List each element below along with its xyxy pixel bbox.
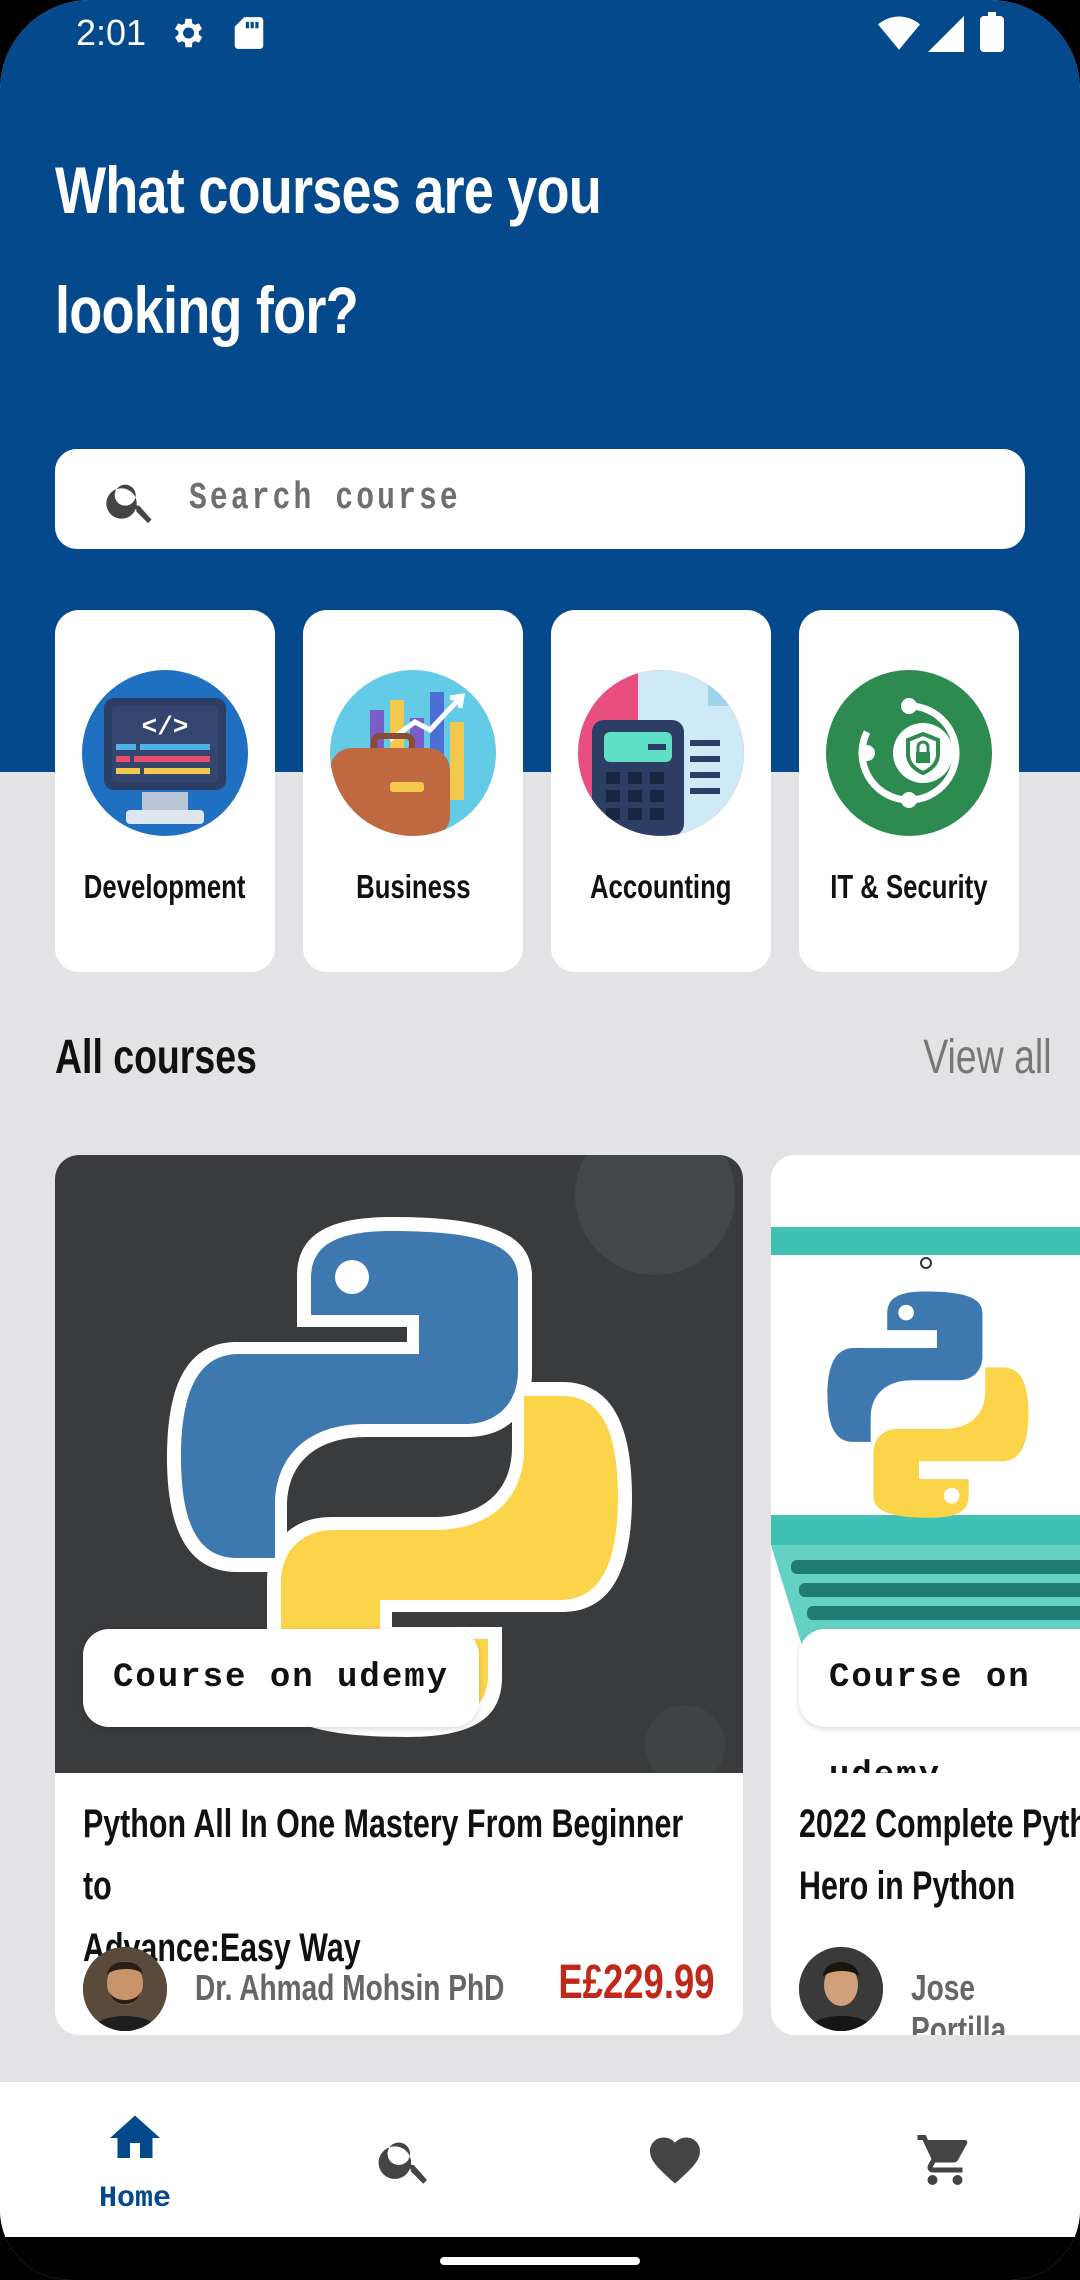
- nav-favorites[interactable]: [540, 2082, 810, 2237]
- category-label: Business: [355, 868, 471, 905]
- battery-icon: [980, 12, 1004, 52]
- settings-icon: [174, 18, 203, 48]
- course-card[interactable]: Course on udemy 2022 Complete Python Her…: [771, 1155, 1080, 2035]
- status-time: 2:01: [76, 12, 147, 53]
- course-platform-badge: Course on udemy: [83, 1629, 480, 1727]
- course-title-line2: Hero in Python: [799, 1864, 1016, 1908]
- course-card[interactable]: Course on udemy Python All In One Master…: [55, 1155, 743, 2035]
- search-icon: [378, 2142, 427, 2184]
- gesture-handle[interactable]: [440, 2257, 640, 2265]
- sd-card-icon: [234, 17, 264, 49]
- course-title-line1: Python All In One Mastery From Beginner …: [83, 1802, 684, 1908]
- nav-cart[interactable]: [810, 2082, 1080, 2237]
- course-title-line1: 2022 Complete Python: [799, 1802, 1080, 1846]
- search-bar[interactable]: Search course: [55, 449, 1025, 549]
- calculator-icon: [578, 670, 744, 836]
- course-platform-badge: Course on udemy: [799, 1629, 1080, 1773]
- category-development[interactable]: </> Development: [55, 610, 275, 972]
- course-price: E£229.99: [558, 1956, 715, 2009]
- signal-icon: [928, 16, 964, 52]
- category-label: Accounting: [590, 868, 732, 905]
- status-bar: 2:01: [0, 0, 1080, 70]
- nav-home[interactable]: Home: [0, 2082, 270, 2237]
- page-title: What courses are you looking for?: [55, 130, 629, 370]
- svg-text:</>: </>: [142, 712, 189, 742]
- course-thumbnail: Course on udemy: [55, 1155, 743, 1773]
- business-icon: [330, 670, 496, 836]
- home-icon: [110, 2115, 160, 2158]
- nav-home-label: Home: [98, 2182, 171, 2216]
- search-placeholder: Search course: [189, 477, 461, 520]
- category-label: Development: [84, 868, 246, 905]
- course-thumbnail: Course on udemy: [771, 1155, 1080, 1773]
- nav-search[interactable]: [270, 2082, 540, 2237]
- section-title: All courses: [55, 1031, 257, 1084]
- wifi-icon: [878, 16, 920, 50]
- category-label: IT & Security: [830, 868, 988, 905]
- bottom-navigation: Home: [0, 2082, 1080, 2237]
- category-business[interactable]: Business: [303, 610, 523, 972]
- course-author: Jose Portilla: [911, 1967, 1007, 2035]
- category-it-security[interactable]: IT & Security: [799, 610, 1019, 972]
- page-title-line2: looking for?: [55, 273, 359, 347]
- course-title: Python All In One Mastery From Beginner …: [83, 1793, 691, 1979]
- view-all-link[interactable]: View all: [924, 1030, 1052, 1085]
- development-icon: </>: [82, 670, 248, 836]
- page-title-line1: What courses are you: [55, 153, 602, 227]
- course-title: 2022 Complete Python Hero in Python: [799, 1793, 1080, 1917]
- avatar: [83, 1947, 167, 2031]
- course-author: Dr. Ahmad Mohsin PhD: [195, 1967, 505, 2008]
- avatar: [799, 1947, 883, 2031]
- app-screen: 2:01 What courses are you looking for? S…: [0, 0, 1080, 2280]
- search-icon: [106, 484, 152, 524]
- cart-icon: [917, 2135, 968, 2185]
- category-accounting[interactable]: Accounting: [551, 610, 771, 972]
- shield-icon: [826, 670, 992, 836]
- heart-icon: [650, 2137, 700, 2184]
